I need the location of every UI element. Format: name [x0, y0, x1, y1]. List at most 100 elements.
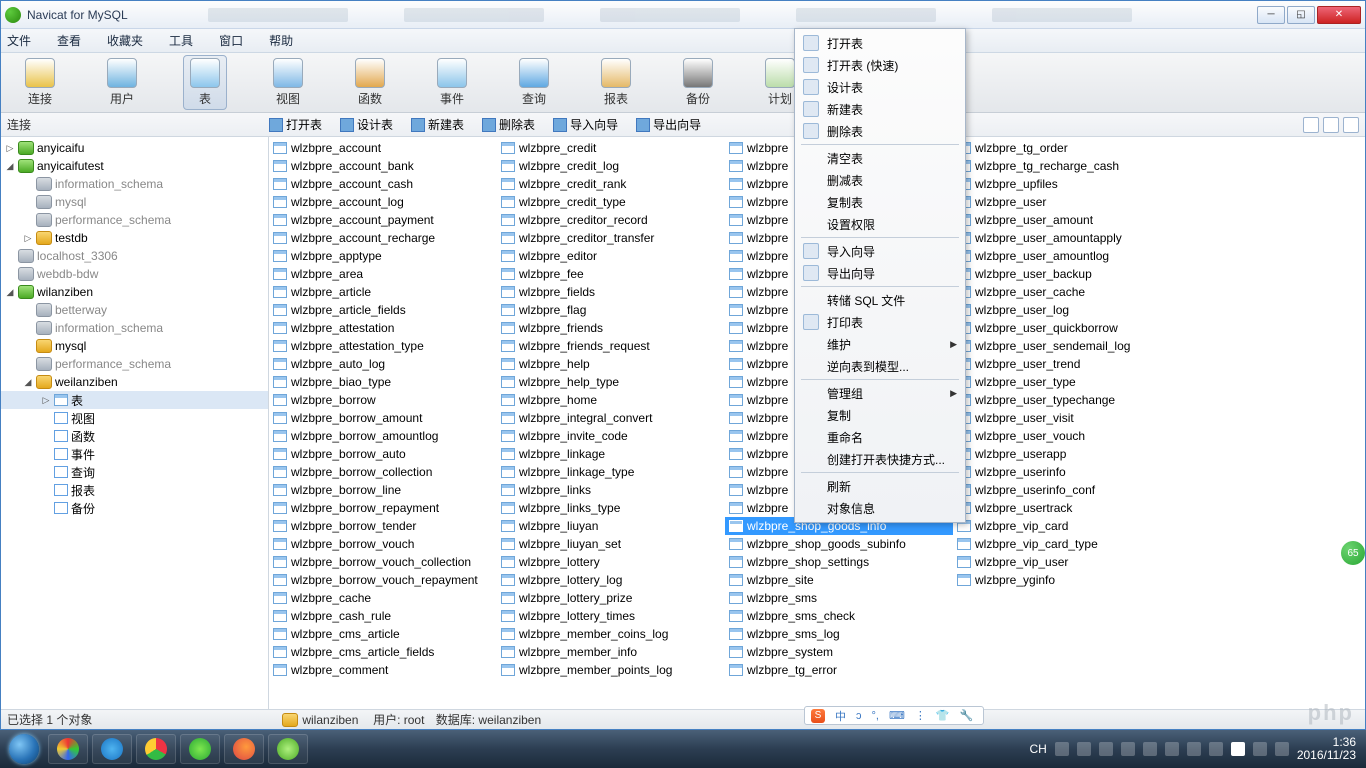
table-row[interactable]: wlzbpre_fields — [497, 283, 725, 301]
table-row[interactable]: wlzbpre_borrow_collection — [269, 463, 497, 481]
tree-item[interactable]: information_schema — [1, 175, 268, 193]
table-row[interactable]: wlzbpre_account_log — [269, 193, 497, 211]
tree-item[interactable]: 备份 — [1, 499, 268, 517]
menu-item[interactable]: 维护▶ — [797, 333, 963, 355]
table-row[interactable]: wlzbpre_account — [269, 139, 497, 157]
menu-item[interactable]: 打印表 — [797, 311, 963, 333]
table-row[interactable]: wlzbpre_cms_article — [269, 625, 497, 643]
tree-item[interactable]: ◢anyicaifutest — [1, 157, 268, 175]
tray-icon[interactable] — [1077, 742, 1091, 756]
tree-item[interactable]: ▷anyicaifu — [1, 139, 268, 157]
table-row[interactable]: wlzbpre_user_cache — [953, 283, 1181, 301]
table-row[interactable]: wlzbpre_tg_order — [953, 139, 1181, 157]
table-row[interactable]: wlzbpre_user_typechange — [953, 391, 1181, 409]
toolbar-备份[interactable]: 备份 — [677, 58, 719, 107]
table-row[interactable]: wlzbpre_borrow_line — [269, 481, 497, 499]
table-row[interactable]: wlzbpre_linkage — [497, 445, 725, 463]
tree-item[interactable]: ◢wilanziben — [1, 283, 268, 301]
toolbar-报表[interactable]: 报表 — [595, 58, 637, 107]
table-row[interactable]: wlzbpre_borrow_amountlog — [269, 427, 497, 445]
tree-arrow-icon[interactable]: ◢ — [23, 377, 33, 388]
tree-item[interactable]: ◢weilanziben — [1, 373, 268, 391]
minimize-button[interactable]: ─ — [1257, 6, 1285, 24]
maximize-button[interactable]: ◱ — [1287, 6, 1315, 24]
tray-flag-icon[interactable] — [1231, 742, 1245, 756]
notification-badge[interactable]: 65 — [1341, 541, 1365, 565]
table-row[interactable]: wlzbpre_borrow_vouch_collection — [269, 553, 497, 571]
table-row[interactable]: wlzbpre_article_fields — [269, 301, 497, 319]
menu-帮助[interactable]: 帮助 — [269, 32, 293, 49]
table-row[interactable]: wlzbpre_credit_log — [497, 157, 725, 175]
taskbar-360[interactable] — [180, 734, 220, 764]
table-row[interactable]: wlzbpre_auto_log — [269, 355, 497, 373]
menu-item[interactable]: 清空表 — [797, 147, 963, 169]
tree-arrow-icon[interactable]: ◢ — [5, 287, 15, 298]
table-row[interactable]: wlzbpre_lottery_log — [497, 571, 725, 589]
tree-item[interactable]: 查询 — [1, 463, 268, 481]
table-row[interactable]: wlzbpre_editor — [497, 247, 725, 265]
table-row[interactable]: wlzbpre_friends — [497, 319, 725, 337]
table-row[interactable]: wlzbpre_vip_card_type — [953, 535, 1181, 553]
table-row[interactable]: wlzbpre_user_log — [953, 301, 1181, 319]
ime-button[interactable]: °, — [872, 710, 879, 722]
toolbar-视图[interactable]: 视图 — [267, 58, 309, 107]
menu-收藏夹[interactable]: 收藏夹 — [107, 32, 143, 49]
table-row[interactable]: wlzbpre_creditor_record — [497, 211, 725, 229]
close-button[interactable]: ✕ — [1317, 6, 1361, 24]
taskbar-navicat[interactable] — [268, 734, 308, 764]
menu-工具[interactable]: 工具 — [169, 32, 193, 49]
table-row[interactable]: wlzbpre_member_coins_log — [497, 625, 725, 643]
table-row[interactable]: wlzbpre_user_vouch — [953, 427, 1181, 445]
table-row[interactable]: wlzbpre_sms — [725, 589, 953, 607]
menu-item[interactable]: 重命名 — [797, 426, 963, 448]
table-row[interactable]: wlzbpre_credit — [497, 139, 725, 157]
table-row[interactable]: wlzbpre_cms_article_fields — [269, 643, 497, 661]
table-row[interactable]: wlzbpre_vip_card — [953, 517, 1181, 535]
table-row[interactable]: wlzbpre_account_bank — [269, 157, 497, 175]
table-row[interactable]: wlzbpre_member_points_log — [497, 661, 725, 679]
tree-item[interactable]: 函数 — [1, 427, 268, 445]
table-row[interactable]: wlzbpre_help_type — [497, 373, 725, 391]
tree-item[interactable]: ▷表 — [1, 391, 268, 409]
menu-item[interactable]: 转储 SQL 文件 — [797, 289, 963, 311]
tree-arrow-icon[interactable]: ▷ — [5, 143, 15, 154]
table-row[interactable]: wlzbpre_user_quickborrow — [953, 319, 1181, 337]
tree-item[interactable]: performance_schema — [1, 355, 268, 373]
table-row[interactable]: wlzbpre_home — [497, 391, 725, 409]
table-row[interactable]: wlzbpre_userinfo_conf — [953, 481, 1181, 499]
table-row[interactable]: wlzbpre_links_type — [497, 499, 725, 517]
system-tray[interactable]: CH 1:36 2016/11/23 — [1029, 736, 1362, 762]
tray-icon[interactable] — [1121, 742, 1135, 756]
ime-button[interactable]: 👕 — [936, 709, 950, 722]
table-row[interactable]: wlzbpre_fee — [497, 265, 725, 283]
table-row[interactable]: wlzbpre_borrow_amount — [269, 409, 497, 427]
ime-button[interactable]: 🔧 — [960, 709, 974, 722]
menu-item[interactable]: 设计表 — [797, 76, 963, 98]
table-row[interactable]: wlzbpre_borrow_vouch_repayment — [269, 571, 497, 589]
table-row[interactable]: wlzbpre_sms_log — [725, 625, 953, 643]
taskbar[interactable]: CH 1:36 2016/11/23 — [0, 730, 1366, 768]
tree-item[interactable]: 报表 — [1, 481, 268, 499]
toolbar-查询[interactable]: 查询 — [513, 58, 555, 107]
tree-item[interactable]: performance_schema — [1, 211, 268, 229]
menu-item[interactable]: 导出向导 — [797, 262, 963, 284]
table-row[interactable]: wlzbpre_upfiles — [953, 175, 1181, 193]
ime-button[interactable]: ⌨ — [889, 709, 905, 722]
action-打开表[interactable]: 打开表 — [269, 116, 322, 133]
table-row[interactable]: wlzbpre_borrow_auto — [269, 445, 497, 463]
table-row[interactable]: wlzbpre_linkage_type — [497, 463, 725, 481]
table-row[interactable]: wlzbpre_biao_type — [269, 373, 497, 391]
menu-文件[interactable]: 文件 — [7, 32, 31, 49]
table-row[interactable]: wlzbpre_user_visit — [953, 409, 1181, 427]
tray-network-icon[interactable] — [1253, 742, 1267, 756]
start-button[interactable] — [4, 730, 44, 768]
table-row[interactable]: wlzbpre_site — [725, 571, 953, 589]
ime-indicator[interactable]: CH — [1029, 742, 1046, 756]
taskbar-app-1[interactable] — [48, 734, 88, 764]
table-row[interactable]: wlzbpre_user_type — [953, 373, 1181, 391]
tree-item[interactable]: ▷testdb — [1, 229, 268, 247]
ime-button[interactable]: ⋮ — [915, 709, 926, 722]
tray-icon[interactable] — [1143, 742, 1157, 756]
table-row[interactable]: wlzbpre_creditor_transfer — [497, 229, 725, 247]
menu-item[interactable]: 复制 — [797, 404, 963, 426]
